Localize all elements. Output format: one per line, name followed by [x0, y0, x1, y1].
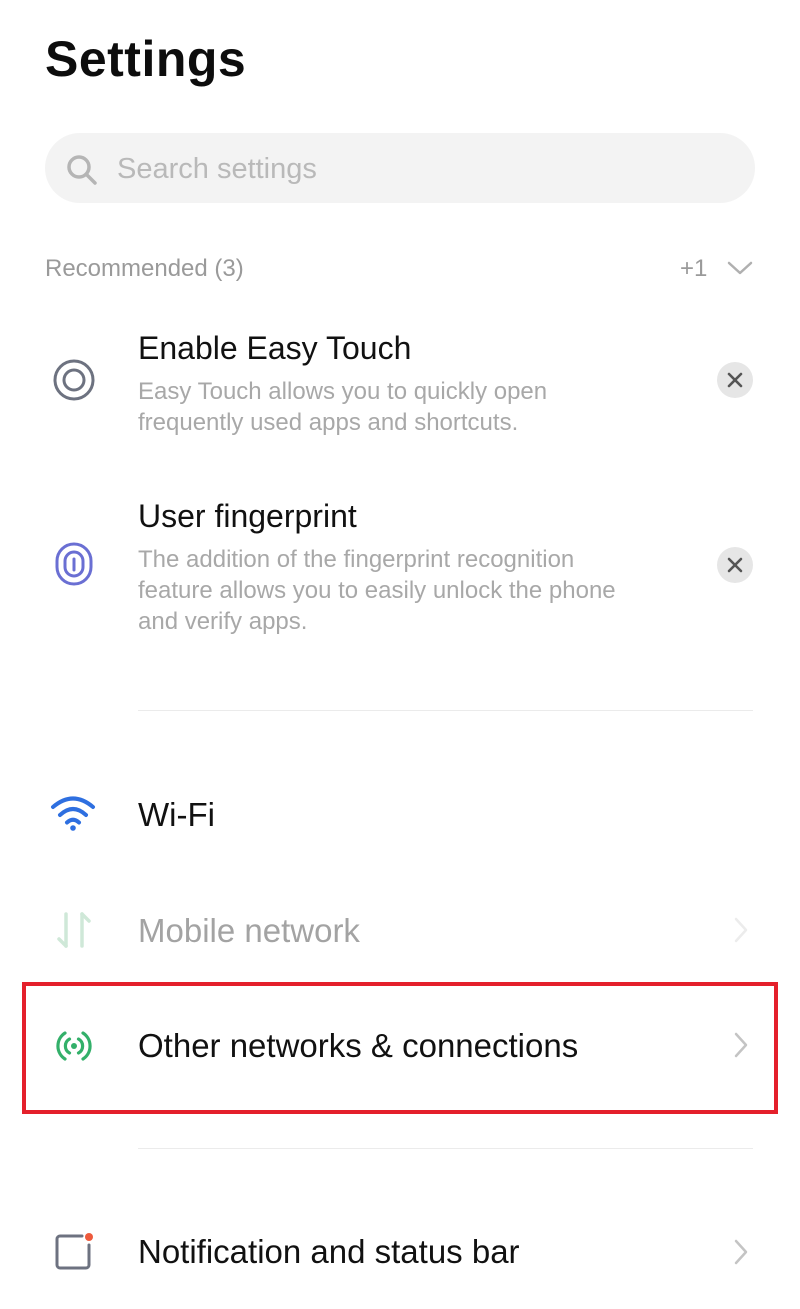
- recommended-item-desc-line: The addition of the fingerprint recognit…: [138, 546, 575, 573]
- section-divider: [138, 1148, 753, 1149]
- easy-touch-icon: [53, 359, 95, 401]
- search-icon: [67, 155, 97, 185]
- close-icon: [727, 372, 743, 388]
- settings-item-label: Wi-Fi: [138, 796, 215, 833]
- dismiss-button[interactable]: [717, 547, 753, 583]
- recommended-item-desc-line: Easy Touch allows you to quickly open: [138, 378, 548, 405]
- fingerprint-icon: [55, 542, 93, 586]
- dismiss-button[interactable]: [717, 362, 753, 398]
- settings-item-label: Notification and status bar: [138, 1233, 520, 1270]
- settings-item-label: Mobile network: [138, 912, 360, 949]
- wifi-icon: [51, 796, 95, 831]
- notification-icon: [55, 1233, 93, 1270]
- recommended-item-desc-line: and verify apps.: [138, 608, 308, 635]
- recommended-item-desc-line: frequently used apps and shortcuts.: [138, 409, 519, 436]
- recommended-label: Recommended (3): [45, 255, 244, 282]
- search-input[interactable]: [115, 133, 719, 205]
- chevron-right-icon: [734, 1032, 748, 1058]
- section-divider: [138, 710, 753, 711]
- recommended-item-title: User fingerprint: [138, 498, 357, 534]
- chevron-down-icon[interactable]: [726, 258, 754, 278]
- chevron-right-icon: [734, 917, 748, 943]
- recommended-item-desc-line: feature allows you to easily unlock the …: [138, 577, 616, 604]
- recommended-more-count[interactable]: +1: [680, 255, 707, 283]
- mobile-network-icon: [57, 912, 91, 948]
- search-bar[interactable]: [45, 133, 755, 205]
- hotspot-icon: [56, 1031, 92, 1061]
- chevron-right-icon: [734, 1239, 748, 1265]
- page-title: Settings: [45, 31, 247, 87]
- close-icon: [727, 557, 743, 573]
- recommended-item-title: Enable Easy Touch: [138, 330, 412, 366]
- settings-item-label: Other networks & connections: [138, 1027, 579, 1064]
